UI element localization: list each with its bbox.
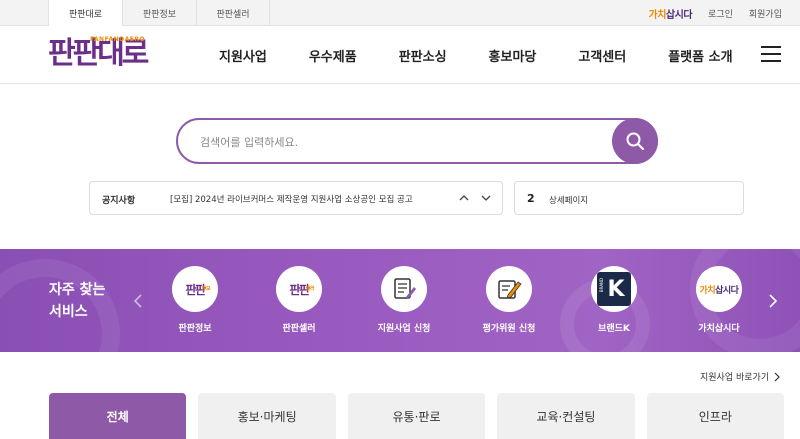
- service-name: 브랜드K: [598, 324, 630, 334]
- notice-text[interactable]: [모집] 2024년 라이브커머스 제작운영 지원사업 소상공인 모집 공고: [170, 193, 413, 205]
- logo-sub-text: 정보: [201, 285, 211, 292]
- nav-item-sourcing[interactable]: 판판소싱: [399, 46, 447, 65]
- brand-logo-subtext: FANFANDAERO: [90, 36, 146, 43]
- hamburger-line: [761, 53, 781, 55]
- brand-k-side-text: BRAND: [599, 278, 604, 293]
- logo-main-text: 가치: [699, 285, 716, 296]
- top-utility-bar: 판판대로 판판정보 판판셀러 가치삽시다 로그인 회원가입: [0, 0, 800, 27]
- pencil-icon: [498, 280, 522, 299]
- gachi-logo: 가치삽시다: [696, 266, 742, 312]
- site-tab-fanfan-seller[interactable]: 판판셀러: [196, 0, 270, 26]
- main-header: 판판대로 FANFANDAERO 지원사업 우수제품 판판소싱 홍보마당 고객센…: [0, 26, 800, 84]
- logo-sub-text: 삽시다: [715, 285, 739, 296]
- service-fanfan-seller[interactable]: 판판 셀러 판판셀러: [259, 266, 339, 334]
- search-box: [176, 118, 658, 164]
- nav-item-platform-intro[interactable]: 플랫폼 소개: [668, 46, 732, 65]
- service-name: 판판셀러: [282, 324, 316, 334]
- page-counter-box[interactable]: 2 상세페이지: [514, 181, 744, 215]
- nav-item-products[interactable]: 우수제품: [309, 46, 357, 65]
- site-tabs: 판판대로 판판정보 판판셀러: [48, 0, 270, 27]
- site-tab-fanfan-info[interactable]: 판판정보: [122, 0, 196, 26]
- login-link[interactable]: 로그인: [708, 7, 733, 20]
- service-name: 가치삽시다: [698, 324, 740, 334]
- search-icon: [626, 132, 644, 150]
- services-title-line1: 자주 찾는: [49, 282, 106, 298]
- gachi-logo-text: 가치삽시다: [700, 283, 739, 296]
- logo-sub-text: 셀러: [305, 285, 315, 292]
- category-tab-infra[interactable]: 인프라: [646, 393, 785, 439]
- fanfan-info-logo: 판판 정보: [172, 266, 218, 312]
- brand-k-letter: K: [607, 276, 625, 302]
- service-name: 판판정보: [178, 324, 212, 334]
- chevron-right-icon[interactable]: [767, 292, 779, 310]
- category-tabs: 전체 홍보·마케팅 유통·판로 교육·컨설팅 인프라: [49, 393, 785, 439]
- counter-label: 상세페이지: [549, 196, 589, 206]
- service-name: 평가위원 신청: [482, 324, 536, 334]
- chevron-down-icon[interactable]: [480, 191, 492, 205]
- brand-logo[interactable]: 판판대로 FANFANDAERO: [48, 34, 163, 74]
- shortcut-label: 지원사업 바로가기: [700, 373, 770, 383]
- service-support-apply[interactable]: 지원사업 신청: [364, 266, 444, 334]
- search-input[interactable]: [200, 132, 600, 152]
- fanfan-seller-logo: 판판 셀러: [276, 266, 322, 312]
- global-nav: 지원사업 우수제품 판판소싱 홍보마당 고객센터 플랫폼 소개: [219, 26, 733, 84]
- category-tab-all[interactable]: 전체: [49, 393, 187, 439]
- brand-k-badge: BRAND K: [597, 272, 631, 306]
- nav-item-promotion[interactable]: 홍보마당: [489, 46, 537, 65]
- support-shortcut-link[interactable]: 지원사업 바로가기: [700, 370, 781, 383]
- hamburger-line: [761, 60, 781, 62]
- chevron-left-icon[interactable]: [132, 292, 144, 310]
- category-tab-marketing[interactable]: 홍보·마케팅: [198, 393, 336, 439]
- nav-item-customer-center[interactable]: 고객센터: [578, 46, 626, 65]
- gachi-logo-part1: 가치: [648, 9, 667, 21]
- services-title: 자주 찾는 서비스: [49, 279, 129, 323]
- gachi-logo-part2: 삽시다: [665, 9, 693, 21]
- document-icon: [394, 278, 416, 299]
- edit-pencil-icon: [486, 266, 532, 312]
- category-tab-distribution[interactable]: 유통·판로: [347, 393, 486, 439]
- chevron-up-icon[interactable]: [458, 191, 470, 205]
- service-name: 지원사업 신청: [377, 324, 431, 334]
- notice-arrows: [458, 191, 492, 205]
- site-tab-fanfandaero[interactable]: 판판대로: [48, 0, 122, 27]
- service-gachi-sapsida[interactable]: 가치삽시다 가치삽시다: [679, 266, 759, 334]
- services-title-line2: 서비스: [49, 304, 88, 320]
- gachi-sapsida-link[interactable]: 가치삽시다: [649, 6, 693, 21]
- fanfan-seller-logo-text: 판판 셀러: [289, 281, 314, 298]
- signup-link[interactable]: 회원가입: [749, 7, 782, 20]
- service-brand-k[interactable]: BRAND K 브랜드K: [574, 266, 654, 334]
- document-apply-icon: [381, 266, 427, 312]
- counter-value: 2: [527, 192, 535, 205]
- top-right-links: 가치삽시다 로그인 회원가입: [649, 0, 782, 26]
- notice-label: 공지사항: [102, 196, 136, 206]
- hamburger-menu-icon[interactable]: [761, 46, 781, 63]
- nav-item-support[interactable]: 지원사업: [219, 46, 267, 65]
- category-tab-education[interactable]: 교육·컨설팅: [497, 393, 635, 439]
- brand-k-logo: BRAND K: [591, 266, 637, 312]
- chevron-right-icon: [774, 372, 780, 381]
- frequent-services-banner: 자주 찾는 서비스 판판정보 판판정보 판판셀러 판판셀러 지원사업 신청: [0, 249, 800, 352]
- search-button[interactable]: [612, 118, 658, 164]
- notice-bar: 공지사항 [모집] 2024년 라이브커머스 제작운영 지원사업 소상공인 모집…: [89, 181, 503, 215]
- service-evaluator-apply[interactable]: 평가위원 신청: [469, 266, 549, 334]
- service-fanfan-info[interactable]: 판판 정보 판판정보: [155, 266, 235, 334]
- hamburger-line: [761, 46, 781, 48]
- fanfan-info-logo-text: 판판 정보: [185, 281, 210, 298]
